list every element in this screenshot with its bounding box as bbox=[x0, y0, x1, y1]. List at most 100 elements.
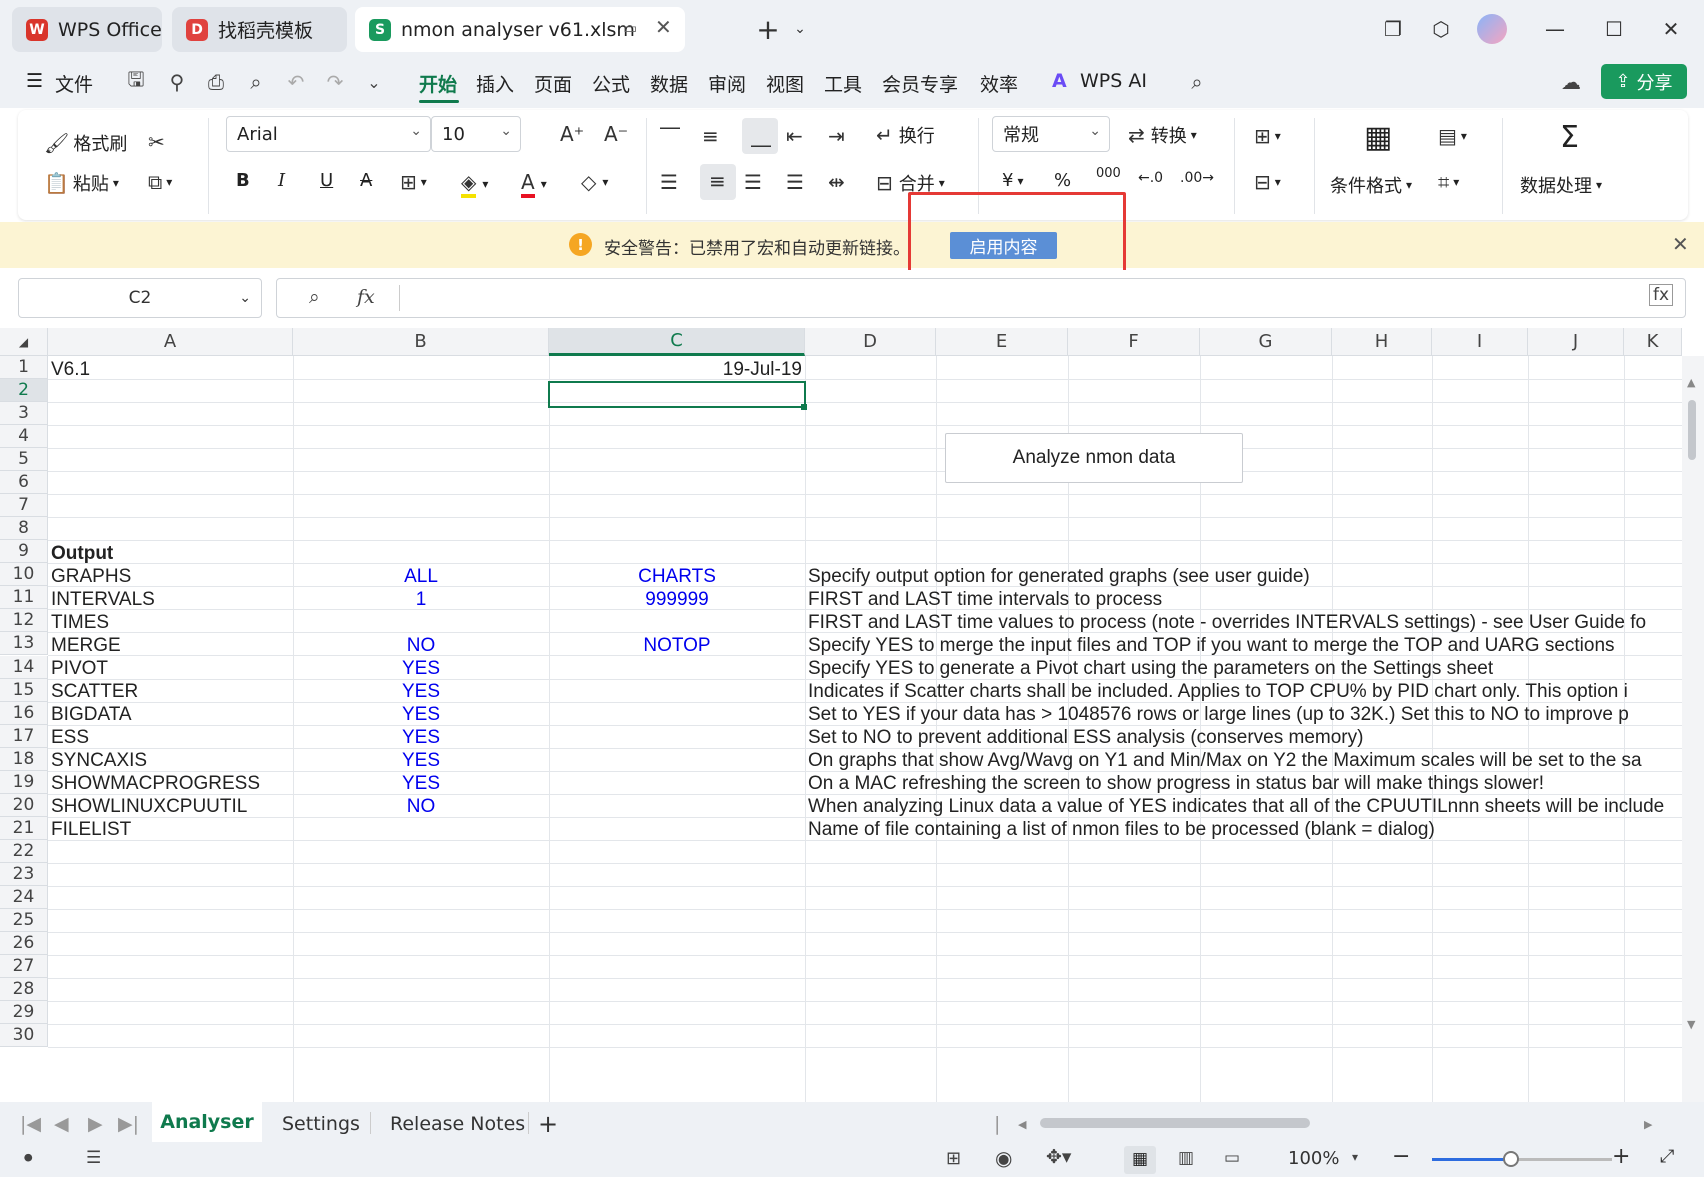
copy-button[interactable]: ⧉ ▾ bbox=[148, 170, 172, 194]
cell-b10[interactable]: ALL bbox=[293, 564, 549, 589]
row-header-23[interactable]: 23 bbox=[0, 863, 48, 886]
cell-a19[interactable]: SHOWMACPROGRESS bbox=[51, 771, 260, 796]
cell-a20[interactable]: SHOWLINUXCPUUTIL bbox=[51, 794, 247, 819]
row-header-3[interactable]: 3 bbox=[0, 402, 48, 425]
row-header-1[interactable]: 1 bbox=[0, 356, 48, 379]
row-header-26[interactable]: 26 bbox=[0, 932, 48, 955]
conditional-format-icon[interactable]: ▦ bbox=[1364, 120, 1392, 155]
row-header-5[interactable]: 5 bbox=[0, 448, 48, 471]
currency-button[interactable]: ¥ ▾ bbox=[1002, 170, 1023, 191]
column-header-c[interactable]: C bbox=[549, 328, 805, 356]
cell-d17[interactable]: Set to NO to prevent additional ESS anal… bbox=[808, 725, 1682, 750]
sheet-tab-analyser[interactable]: Analyser bbox=[152, 1102, 262, 1142]
increase-font-icon[interactable]: A⁺ bbox=[560, 122, 584, 146]
eye-icon[interactable]: ◉ bbox=[995, 1146, 1012, 1170]
worksheet-icon[interactable]: ⊟ ▾ bbox=[1254, 170, 1281, 194]
row-header-13[interactable]: 13 bbox=[0, 632, 48, 655]
spreadsheet-grid[interactable]: ◢ A B C D E F G H I J K 1 2 3 4 5 6 7 8 9 10 11 12 1… bbox=[0, 328, 1704, 1102]
more-chevron-icon[interactable]: ⌄ bbox=[361, 69, 387, 95]
column-header-a[interactable]: A bbox=[48, 328, 293, 356]
zoom-out-icon[interactable]: − bbox=[1392, 1144, 1410, 1169]
cell-d18[interactable]: On graphs that show Avg/Wavg on Y1 and M… bbox=[808, 748, 1682, 773]
sheet-tab-settings[interactable]: Settings bbox=[282, 1108, 360, 1140]
cell-d20[interactable]: When analyzing Linux data a value of YES… bbox=[808, 794, 1682, 819]
fill-color-button[interactable]: ◈ ▾ bbox=[461, 170, 488, 198]
cut-icon[interactable]: ✂ bbox=[148, 130, 165, 154]
selected-cell[interactable] bbox=[548, 381, 806, 408]
align-middle-icon[interactable]: ≡ bbox=[702, 124, 719, 148]
menu-item-insert[interactable]: 插入 bbox=[476, 70, 514, 97]
menu-item-page[interactable]: 页面 bbox=[534, 70, 572, 97]
number-format-select[interactable]: 常规 ⌄ bbox=[992, 116, 1110, 152]
cell-a13[interactable]: MERGE bbox=[51, 633, 121, 658]
normal-view-button[interactable]: ▦ bbox=[1124, 1146, 1156, 1174]
maximize-icon[interactable]: ☐ bbox=[1599, 14, 1629, 44]
row-header-22[interactable]: 22 bbox=[0, 840, 48, 863]
border-button[interactable]: ⊞ ▾ bbox=[400, 170, 427, 194]
chevron-down-icon[interactable]: ▾ bbox=[1352, 1150, 1358, 1164]
cell-b18[interactable]: YES bbox=[293, 748, 549, 773]
row-header-15[interactable]: 15 bbox=[0, 679, 48, 702]
menu-item-home[interactable]: 开始 bbox=[419, 70, 457, 97]
scroll-left-icon[interactable]: ◀ bbox=[1018, 1108, 1026, 1140]
cell-c1[interactable]: 19-Jul-19 bbox=[552, 357, 802, 382]
column-header-f[interactable]: F bbox=[1068, 328, 1200, 356]
cell-d11[interactable]: FIRST and LAST time intervals to process bbox=[808, 587, 1162, 612]
first-sheet-icon[interactable]: |◀ bbox=[20, 1108, 41, 1140]
increase-decimal-icon[interactable]: ←.0 bbox=[1138, 170, 1163, 186]
row-header-21[interactable]: 21 bbox=[0, 817, 48, 840]
column-header-k[interactable]: K bbox=[1624, 328, 1682, 356]
column-header-e[interactable]: E bbox=[936, 328, 1068, 356]
monitor-icon[interactable]: ▭ bbox=[623, 19, 637, 37]
cell-b20[interactable]: NO bbox=[293, 794, 549, 819]
cell-a1[interactable]: V6.1 bbox=[51, 357, 90, 382]
row-header-11[interactable]: 11 bbox=[0, 586, 48, 609]
row-header-28[interactable]: 28 bbox=[0, 978, 48, 1001]
cell-a11[interactable]: INTERVALS bbox=[51, 587, 155, 612]
cell-b17[interactable]: YES bbox=[293, 725, 549, 750]
new-tab-icon[interactable]: + bbox=[753, 13, 783, 46]
indent-increase-icon[interactable]: ⇥ bbox=[828, 124, 845, 148]
align-left-icon[interactable]: ☰ bbox=[660, 170, 678, 194]
vertical-scrollbar[interactable]: ▲ ▼ bbox=[1682, 356, 1704, 1102]
cell-a21[interactable]: FILELIST bbox=[51, 817, 131, 842]
minimize-icon[interactable]: — bbox=[1540, 14, 1570, 44]
freeze-icon[interactable]: ⌗ ▾ bbox=[1438, 170, 1459, 194]
cell-d14[interactable]: Specify YES to generate a Pivot chart us… bbox=[808, 656, 1682, 681]
cell-d19[interactable]: On a MAC refreshing the screen to show p… bbox=[808, 771, 1682, 796]
expand-formula-icon[interactable]: fx bbox=[1649, 284, 1674, 306]
next-sheet-icon[interactable]: ▶ bbox=[88, 1108, 103, 1140]
link-icon[interactable]: ⚲ bbox=[164, 69, 190, 95]
menu-item-formula[interactable]: 公式 bbox=[592, 70, 630, 97]
italic-button[interactable]: I bbox=[278, 170, 285, 191]
row-header-2[interactable]: 2 bbox=[0, 379, 48, 402]
column-header-g[interactable]: G bbox=[1200, 328, 1332, 356]
menu-item-efficiency[interactable]: 效率 bbox=[980, 70, 1018, 97]
column-header-d[interactable]: D bbox=[805, 328, 936, 356]
thousands-separator-button[interactable]: 000 bbox=[1096, 166, 1121, 181]
cell-b14[interactable]: YES bbox=[293, 656, 549, 681]
row-header-9[interactable]: 9 bbox=[0, 540, 48, 563]
cell-b16[interactable]: YES bbox=[293, 702, 549, 727]
menu-item-view[interactable]: 视图 bbox=[766, 70, 804, 97]
horizontal-scroll-thumb[interactable] bbox=[1040, 1118, 1310, 1128]
format-painter-button[interactable]: 🖌 格式刷 bbox=[44, 130, 127, 156]
cell-a17[interactable]: ESS bbox=[51, 725, 89, 750]
search-icon[interactable]: ⌕ bbox=[1184, 69, 1210, 95]
row-header-27[interactable]: 27 bbox=[0, 955, 48, 978]
undo-icon[interactable]: ↶ bbox=[283, 69, 309, 95]
menu-item-tools[interactable]: 工具 bbox=[824, 70, 862, 97]
distribute-icon[interactable]: ⇹ bbox=[828, 170, 845, 194]
last-sheet-icon[interactable]: ▶| bbox=[118, 1108, 139, 1140]
cell-a10[interactable]: GRAPHS bbox=[51, 564, 131, 589]
tab-wps-office[interactable]: W WPS Office bbox=[12, 7, 162, 52]
table-icon[interactable]: ⊞ bbox=[946, 1148, 961, 1169]
align-top-icon[interactable]: ⎺ bbox=[660, 124, 680, 148]
scroll-down-icon[interactable]: ▼ bbox=[1687, 1018, 1695, 1031]
macro-record-icon[interactable]: ⏺ bbox=[24, 1148, 33, 1168]
sigma-icon[interactable]: Σ bbox=[1560, 120, 1579, 155]
close-window-icon[interactable]: ✕ bbox=[1656, 14, 1686, 44]
font-color-button[interactable]: A ▾ bbox=[521, 170, 547, 198]
print-icon[interactable]: ⎙ bbox=[203, 69, 229, 95]
row-header-20[interactable]: 20 bbox=[0, 794, 48, 817]
